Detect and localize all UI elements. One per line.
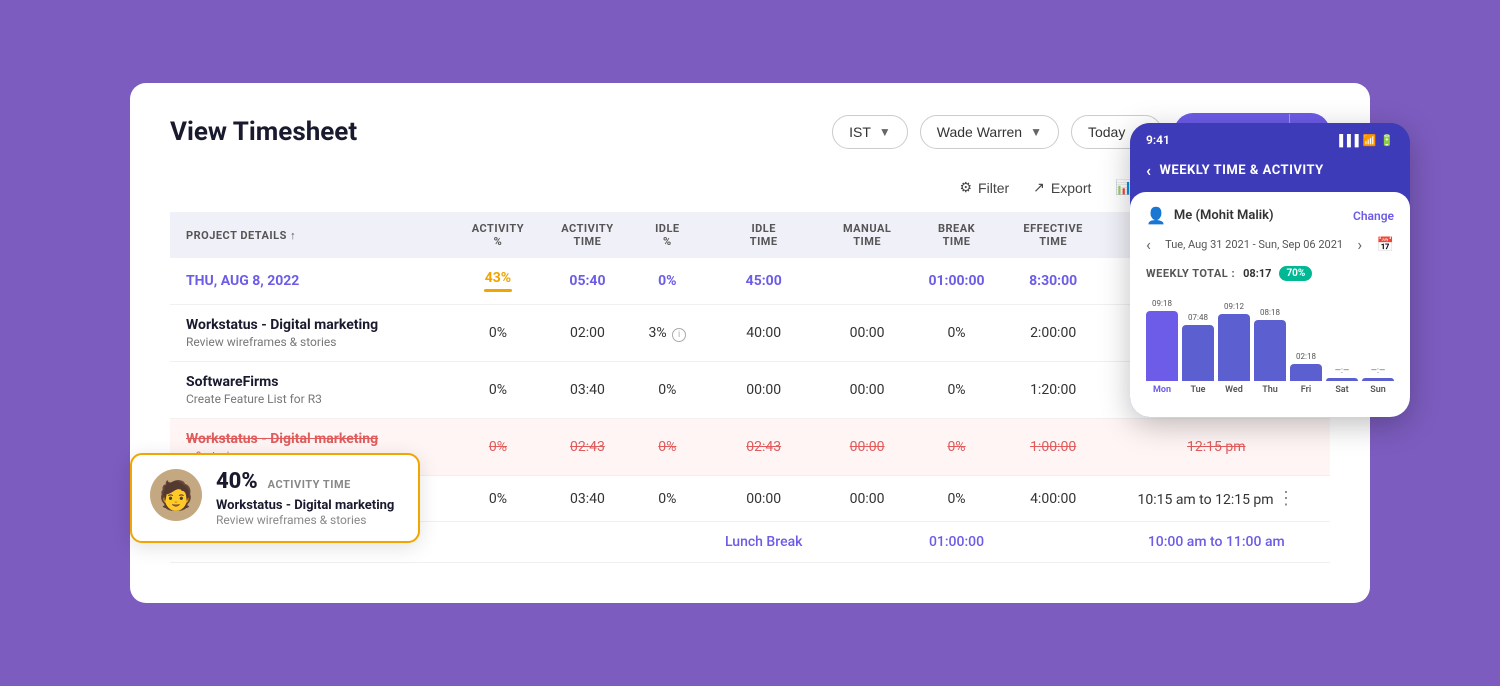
- bar-label: Wed: [1225, 385, 1243, 395]
- bar-value: 09:18: [1152, 299, 1172, 308]
- bar-fill: [1146, 311, 1178, 381]
- bar-label: Sat: [1335, 385, 1348, 395]
- date-idle-time: 45:00: [702, 258, 825, 305]
- date-effective-time: 8:30:00: [1004, 258, 1103, 305]
- status-bar: 9:41 ▐▐▐ 📶 🔋: [1130, 123, 1410, 153]
- tooltip-label: ACTIVITY TIME: [268, 478, 351, 491]
- filter-button[interactable]: ⚙ Filter: [959, 179, 1009, 196]
- project-info: SoftwareFirms Create Feature List for R3: [170, 362, 453, 419]
- bar-value: 07:48: [1188, 313, 1208, 322]
- chart-bar-col: 08:18 Thu: [1254, 308, 1286, 395]
- chart-bar-col: —:— Sun: [1362, 366, 1394, 395]
- timezone-dropdown[interactable]: IST ▼: [832, 115, 908, 149]
- bar-fill: [1362, 378, 1394, 381]
- mobile-panel: 9:41 ▐▐▐ 📶 🔋 ‹ WEEKLY TIME & ACTIVITY 👤 …: [1130, 123, 1410, 417]
- chart-bar-col: —:— Sat: [1326, 366, 1358, 395]
- bar-fill: [1254, 320, 1286, 381]
- date-activity-pct: 43%: [453, 258, 543, 305]
- bar-fill: [1218, 314, 1250, 381]
- date-break-time: 01:00:00: [909, 258, 1003, 305]
- project-info: Workstatus - Digital marketing Review wi…: [170, 305, 453, 362]
- bar-label: Sun: [1370, 385, 1386, 395]
- row-menu-icon[interactable]: ⋮: [1277, 488, 1295, 509]
- chart-bar-col: 09:12 Wed: [1218, 302, 1250, 395]
- chart-bar-col: 09:18 Mon: [1146, 299, 1178, 395]
- page-title: View Timesheet: [170, 117, 357, 147]
- col-activity-pct: ACTIVITY%: [453, 212, 543, 258]
- export-icon: ↗: [1033, 179, 1045, 196]
- tooltip-project: Workstatus - Digital marketing: [216, 498, 400, 513]
- col-idle-time: IDLETIME: [702, 212, 825, 258]
- bar-value: 02:18: [1296, 352, 1316, 361]
- bar-fill: [1290, 364, 1322, 381]
- col-break-time: BREAKTIME: [909, 212, 1003, 258]
- bar-value: 08:18: [1260, 308, 1280, 317]
- timezone-chevron-icon: ▼: [879, 125, 891, 139]
- export-button[interactable]: ↗ Export: [1033, 179, 1091, 196]
- bar-value: 09:12: [1224, 302, 1244, 311]
- bar-label: Fri: [1301, 385, 1311, 395]
- bar-label: Mon: [1153, 385, 1171, 395]
- change-button[interactable]: Change: [1353, 209, 1394, 223]
- activity-tooltip: 🧑 40% ACTIVITY TIME Workstatus - Digital…: [130, 453, 420, 543]
- user-row: 👤 Me (Mohit Malik) Change: [1146, 206, 1394, 225]
- bar-value: —:—: [1335, 366, 1349, 375]
- prev-week-button[interactable]: ‹: [1146, 235, 1151, 254]
- back-icon[interactable]: ‹: [1146, 161, 1152, 180]
- bar-value: —:—: [1371, 366, 1385, 375]
- wifi-icon: 📶: [1363, 134, 1377, 147]
- date-idle-pct: 0%: [632, 258, 702, 305]
- panel-body: 👤 Me (Mohit Malik) Change ‹ Tue, Aug 31 …: [1130, 192, 1410, 417]
- battery-icon: 🔋: [1380, 134, 1394, 147]
- info-icon: i: [672, 328, 686, 342]
- col-project: PROJECT DETAILS ↑: [170, 212, 453, 258]
- date-nav: ‹ Tue, Aug 31 2021 - Sun, Sep 06 2021 › …: [1146, 235, 1394, 254]
- lunch-label: Lunch Break: [702, 522, 825, 563]
- status-time: 9:41: [1146, 133, 1170, 147]
- date-activity-time: 05:40: [543, 258, 633, 305]
- bar-fill: [1326, 378, 1358, 381]
- col-idle-pct: IDLE%: [632, 212, 702, 258]
- chart-bar-col: 07:48 Tue: [1182, 313, 1214, 395]
- tooltip-sub: Review wireframes & stories: [216, 513, 400, 527]
- weekly-chart: 09:18 Mon 07:48 Tue 09:12 Wed 08:18 Thu 02:18 Fri…: [1146, 295, 1394, 395]
- col-effective-time: EFFECTIVETIME: [1004, 212, 1103, 258]
- panel-header: ‹ WEEKLY TIME & ACTIVITY: [1130, 153, 1410, 192]
- next-week-button[interactable]: ›: [1357, 235, 1362, 254]
- date-label: THU, AUG 8, 2022: [170, 258, 453, 305]
- avatar: 🧑: [150, 469, 202, 521]
- user-dropdown[interactable]: Wade Warren ▼: [920, 115, 1059, 149]
- col-activity-time: ACTIVITYTIME: [543, 212, 633, 258]
- user-icon: 👤: [1146, 206, 1166, 225]
- date-manual-time: [825, 258, 909, 305]
- user-chevron-icon: ▼: [1030, 125, 1042, 139]
- bar-fill: [1182, 325, 1214, 381]
- bar-label: Tue: [1190, 385, 1205, 395]
- weekly-total: WEEKLY TOTAL : 08:17 70%: [1146, 266, 1394, 281]
- signal-icon: ▐▐▐: [1335, 134, 1358, 147]
- tooltip-percentage: 40%: [216, 469, 258, 494]
- bar-label: Thu: [1262, 385, 1278, 395]
- calendar-icon[interactable]: 📅: [1377, 237, 1394, 253]
- chart-bar-col: 02:18 Fri: [1290, 352, 1322, 395]
- col-manual-time: MANUALTIME: [825, 212, 909, 258]
- filter-icon: ⚙: [959, 179, 972, 196]
